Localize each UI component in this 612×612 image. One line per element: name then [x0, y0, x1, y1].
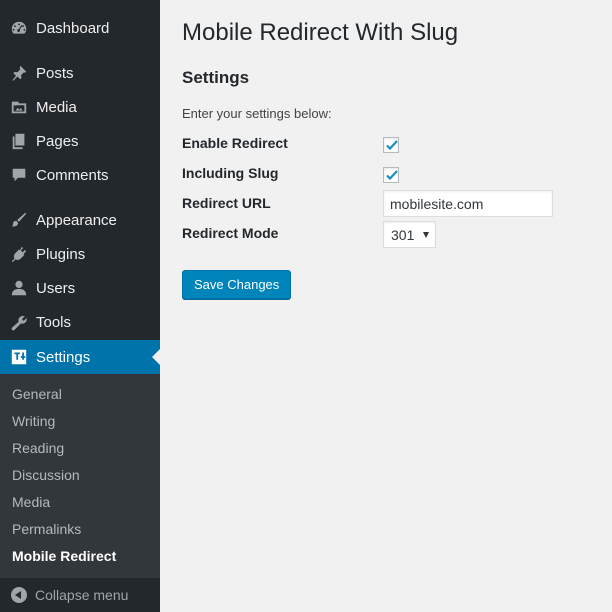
submenu-item-general[interactable]: General: [12, 381, 62, 408]
save-changes-button[interactable]: Save Changes: [182, 270, 292, 299]
menu-item-label: Posts: [36, 64, 74, 82]
menu-item-label: Pages: [36, 132, 79, 150]
settings-submenu: General Writing Reading Discussion Media…: [0, 374, 160, 578]
menu-item-label: Users: [36, 279, 76, 297]
menu-item-label: Plugins: [36, 245, 86, 263]
checkmark-icon: [386, 140, 398, 151]
submenu-item-media[interactable]: Media: [12, 489, 50, 516]
submenu-item-mobile-redirect[interactable]: Mobile Redirect: [12, 543, 116, 570]
menu-item-appearance[interactable]: Appearance: [0, 203, 160, 237]
intro-text: Enter your settings below:: [182, 106, 332, 121]
redirect-mode-select[interactable]: 301: [383, 221, 436, 248]
including-slug-label: Including Slug: [182, 165, 279, 181]
menu-item-media[interactable]: Media: [0, 90, 160, 124]
menu-item-dashboard[interactable]: Dashboard: [0, 11, 160, 45]
redirect-mode-label: Redirect Mode: [182, 225, 279, 241]
chevron-down-icon: [423, 232, 429, 238]
pages-icon: [0, 124, 36, 158]
submenu-item-writing[interactable]: Writing: [12, 408, 55, 435]
enable-redirect-checkbox[interactable]: [383, 137, 399, 153]
menu-item-plugins[interactable]: Plugins: [0, 237, 160, 271]
menu-item-tools[interactable]: Tools: [0, 305, 160, 339]
media-icon: [0, 90, 36, 124]
menu-item-settings[interactable]: Settings: [0, 340, 160, 374]
enable-redirect-label: Enable Redirect: [182, 135, 288, 151]
page-title: Mobile Redirect With Slug: [182, 19, 459, 46]
menu-item-label: Tools: [36, 313, 72, 331]
menu-item-comments[interactable]: Comments: [0, 158, 160, 192]
menu-item-posts[interactable]: Posts: [0, 56, 160, 90]
plug-icon: [0, 237, 36, 271]
menu-item-label: Dashboard: [36, 19, 110, 37]
settings-icon: [0, 340, 36, 374]
user-icon: [0, 271, 36, 305]
collapse-menu-label: Collapse menu: [35, 587, 129, 603]
including-slug-checkbox[interactable]: [383, 167, 399, 183]
section-title: Settings: [182, 68, 250, 87]
wrench-icon: [0, 305, 36, 339]
paintbrush-icon: [0, 203, 36, 237]
redirect-url-label: Redirect URL: [182, 195, 271, 211]
dashboard-icon: [0, 11, 36, 45]
submenu-item-reading[interactable]: Reading: [12, 435, 64, 462]
menu-item-label: Appearance: [36, 211, 117, 229]
menu-item-label: Comments: [36, 166, 109, 184]
comment-icon: [0, 158, 36, 192]
pin-icon: [0, 56, 36, 90]
current-menu-arrow: [152, 349, 160, 365]
submenu-item-permalinks[interactable]: Permalinks: [12, 516, 81, 543]
menu-item-pages[interactable]: Pages: [0, 124, 160, 158]
collapse-menu-button[interactable]: Collapse menu: [0, 578, 160, 612]
menu-item-label: Settings: [36, 348, 91, 366]
checkmark-icon: [386, 170, 398, 181]
redirect-url-input[interactable]: [383, 190, 553, 217]
submenu-item-discussion[interactable]: Discussion: [12, 462, 80, 489]
collapse-arrow-icon: [11, 587, 27, 603]
menu-item-label: Media: [36, 98, 77, 116]
redirect-mode-value: 301: [391, 226, 415, 243]
menu-item-users[interactable]: Users: [0, 271, 160, 305]
admin-sidebar: Dashboard Posts Media Pages Comments App…: [0, 0, 160, 612]
